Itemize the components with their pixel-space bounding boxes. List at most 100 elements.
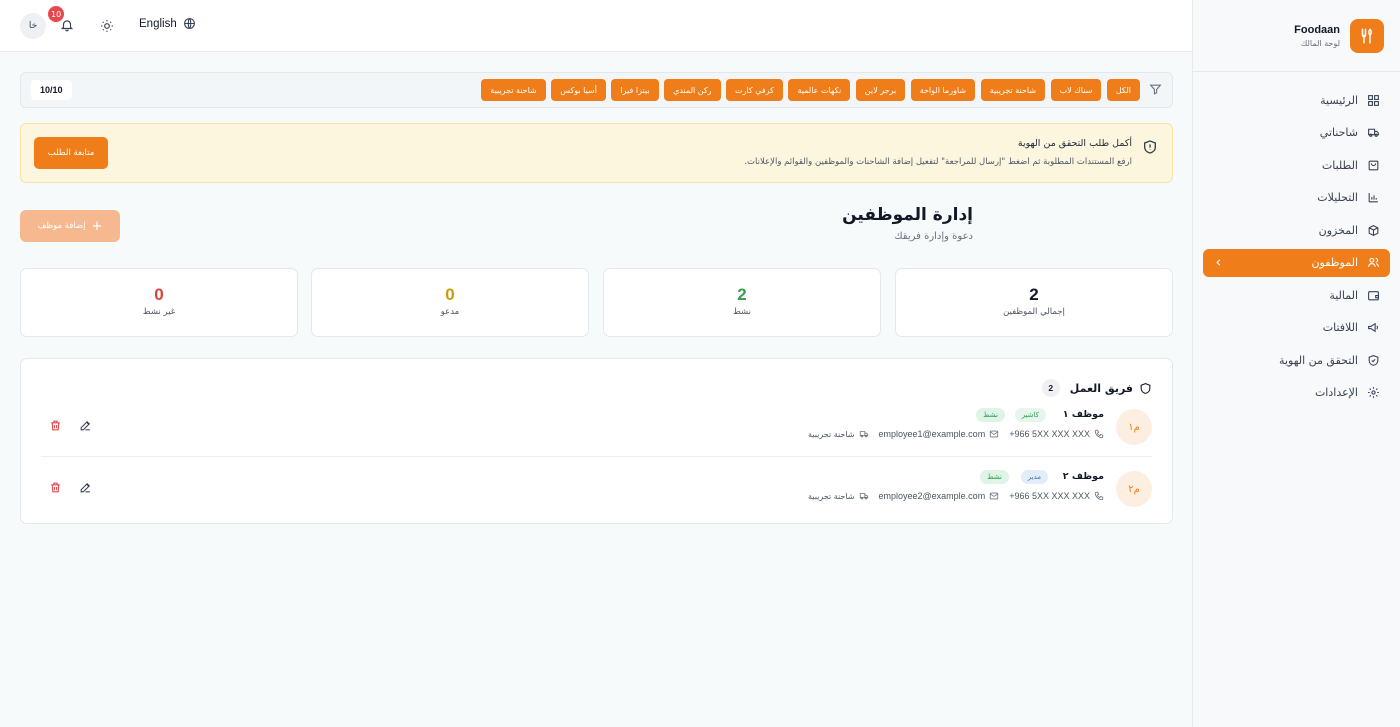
brand-subtitle: لوحة المالك [1300,38,1340,48]
stat-card-inactive: 0 غير نشط [20,268,298,337]
alert-title: أكمل طلب التحقق من الهوية [1017,138,1132,149]
sun-icon[interactable] [100,18,114,32]
phone-icon [1094,491,1104,501]
sidebar-item-settings[interactable]: الإعدادات [1203,379,1390,407]
truck-name: شاحنة تجريبية [808,429,855,439]
wallet-icon [1366,288,1380,302]
filter-chip[interactable]: سناك لاب [1050,79,1102,101]
truck-icon [1366,126,1380,140]
stat-card-invited: 0 مدعو [311,268,589,337]
chevron-left-icon [1213,257,1224,268]
sidebar-item-verification[interactable]: التحقق من الهوية [1203,346,1390,374]
edit-icon[interactable] [77,479,93,495]
employee-avatar: م٢ [1116,471,1152,507]
employee-name: موظف ١ [1062,409,1104,420]
filter-chip-all[interactable]: الكل [1106,79,1140,101]
mail-icon [989,491,999,501]
assigned-truck: شاحنة تجريبية [808,491,868,501]
sidebar-item-inventory[interactable]: المخزون [1203,216,1390,244]
stat-label: نشط [732,307,752,317]
box-icon [1366,223,1380,237]
mail-icon [989,429,999,439]
status-badge: نشط [976,408,1005,422]
stat-label: إجمالي الموظفين [1003,307,1065,317]
alert-description: ارفع المستندات المطلوبة ثم اضغط "إرسال ل… [744,157,1132,167]
filter-icon [1148,83,1162,97]
email: employee1@example.com [879,429,1000,439]
brand-name: Foodaan [1294,23,1340,36]
phone-icon [1094,429,1104,439]
brand[interactable]: Foodaan لوحة المالك [1193,0,1400,72]
filter-chip[interactable]: كرفي كارت [726,79,783,101]
truck-filter-bar: الكل سناك لاب شاحنة تجريبية شاورما الواح… [20,72,1173,108]
employee-name: موظف ٢ [1062,471,1104,482]
sidebar-item-banners[interactable]: اللافتات [1203,314,1390,342]
filter-chip[interactable]: أسيا بوكس [551,79,606,101]
sidebar-item-employees[interactable]: الموظفون [1203,248,1390,277]
plus-icon: + [91,218,103,234]
filter-chip[interactable]: ركن المندي [664,79,721,101]
sidebar-item-label: الموظفون [1311,256,1358,269]
utensils-icon [1350,18,1384,53]
orders-icon [1366,158,1380,172]
sidebar-item-label: اللافتات [1322,321,1358,334]
team-title: فريق العمل [1069,381,1133,395]
employee-actions [47,479,107,495]
team-card: فريق العمل 2 م١ موظف ١ كاشير نشط +966 5X… [20,358,1173,524]
employee-row: م٢ موظف ٢ مدير نشط +966 5XX XXX XXX empl… [41,465,1152,521]
sidebar-item-orders[interactable]: الطلبات [1203,151,1390,179]
phone: +966 5XX XXX XXX [1009,429,1104,439]
sidebar: Foodaan لوحة المالك الرئيسية شاحناتي الط… [1192,0,1400,727]
add-employee-button[interactable]: + إضافة موظف [20,210,120,242]
users-icon [1366,256,1380,270]
employee-meta: +966 5XX XXX XXX employee1@example.com ش… [808,429,1104,439]
sidebar-nav: الرئيسية شاحناتي الطلبات التحليلات المخز… [1193,72,1400,407]
phone-number: +966 5XX XXX XXX [1009,491,1090,501]
stat-label: غير نشط [142,307,176,317]
filter-chip[interactable]: بيتزا فيرا [611,79,659,101]
filter-chip[interactable]: شاحنة تجريبية [980,79,1046,101]
shield-check-icon [1366,353,1380,367]
sidebar-item-finance[interactable]: المالية [1203,281,1390,309]
language-switcher[interactable]: English [139,17,196,30]
shield-icon [1139,382,1152,395]
page-title: إدارة الموظفين [842,205,973,225]
email-address: employee1@example.com [878,429,986,439]
assigned-truck: شاحنة تجريبية [808,429,868,439]
shield-alert-icon [1142,139,1158,159]
team-count-badge: 2 [1041,379,1060,397]
team-header: فريق العمل 2 [1041,379,1152,397]
dashboard-icon [1366,93,1380,107]
sidebar-item-label: المالية [1329,288,1358,302]
bell-icon[interactable] [60,17,76,33]
filter-chip[interactable]: شاورما الواحة [910,79,976,101]
truck-icon [859,491,869,501]
truck-icon [859,429,869,439]
page-subtitle: دعوة وإدارة فريقك [894,231,973,242]
sidebar-item-home[interactable]: الرئيسية [1203,86,1390,114]
continue-request-button[interactable]: متابعة الطلب [34,137,108,169]
sidebar-item-label: التحقق من الهوية [1279,353,1358,367]
employee-avatar: م١ [1116,409,1152,445]
stat-value: 0 [154,285,164,304]
trash-icon[interactable] [47,479,63,495]
language-label: English [139,17,177,30]
stat-value: 2 [737,285,747,304]
verification-alert: أكمل طلب التحقق من الهوية ارفع المستندات… [20,123,1173,183]
chart-icon [1366,191,1380,205]
trash-icon[interactable] [47,417,63,433]
filter-chip[interactable]: نكهات عالمية [788,79,851,101]
stat-value: 2 [1029,285,1039,304]
edit-icon[interactable] [77,417,93,433]
phone-number: +966 5XX XXX XXX [1009,429,1090,439]
role-badge: كاشير [1014,408,1046,422]
sidebar-item-trucks[interactable]: شاحناتي [1203,119,1390,147]
email: employee2@example.com [879,491,1000,501]
filter-chip[interactable]: شاحنة تجريبية [481,79,546,101]
filter-count: 10/10 [31,80,72,100]
status-badge: نشط [980,470,1009,484]
filter-chip[interactable]: برجر لاين [855,79,906,101]
sidebar-item-analytics[interactable]: التحليلات [1203,184,1390,212]
email-address: employee2@example.com [878,491,986,501]
user-avatar[interactable]: خا [20,13,46,39]
